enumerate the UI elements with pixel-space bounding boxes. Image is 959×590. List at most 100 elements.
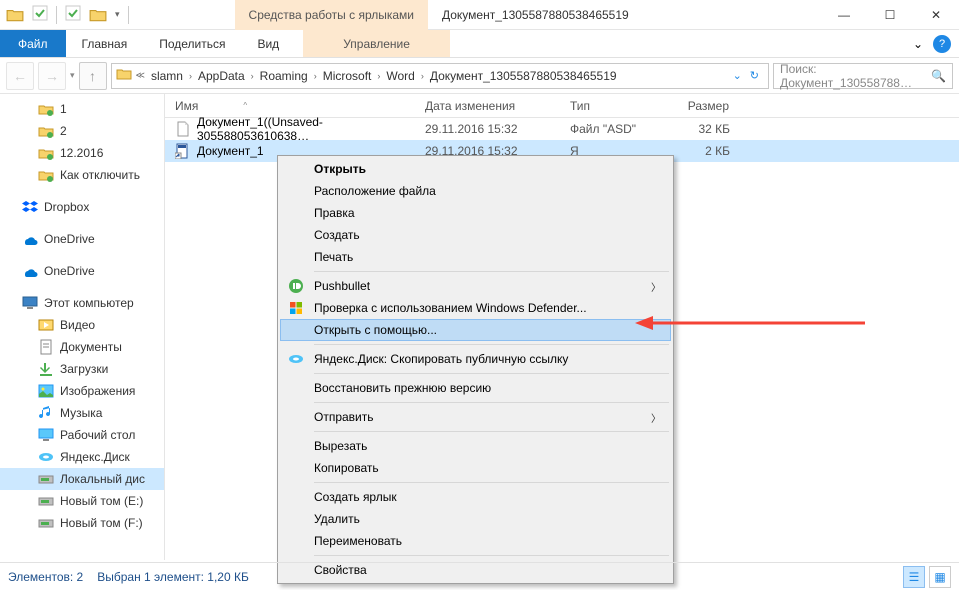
contextual-tools-below[interactable]: Управление [303,30,450,57]
back-button[interactable]: ← [6,62,34,90]
column-header-type[interactable]: Тип [560,94,660,117]
column-header-size[interactable]: Размер [660,94,740,117]
context-separator [314,373,669,374]
context-menu[interactable]: Открыть Расположение файлаПравка Создать Пе… [277,155,674,584]
sidebar-item[interactable]: 2 [0,120,164,142]
context-item[interactable]: Правка [280,202,671,224]
refresh-icon[interactable]: ↻ [747,69,762,82]
file-row[interactable]: Документ_1((Unsaved-305588053610638… 29.… [165,118,959,140]
icons-view-button[interactable]: ▦ [929,566,951,588]
sidebar-item-label: Этот компьютер [44,296,134,310]
address-bar: ← → ▾ ↑ ≪ slamn› AppData› Roaming› Micro… [0,58,959,94]
pictures-icon [38,383,54,399]
column-header-date[interactable]: Дата изменения [415,94,560,117]
chevron-right-icon: 〉 [651,279,661,294]
sidebar-item-label: OneDrive [44,232,95,246]
context-item[interactable]: Pushbullet〉 [280,275,671,297]
sort-up-icon: ^ [243,101,247,110]
context-item[interactable]: Копировать [280,457,671,479]
context-item[interactable]: Вырезать [280,435,671,457]
file-tab[interactable]: Файл [0,30,66,57]
sidebar-onedrive[interactable]: OneDrive [0,260,164,282]
context-separator [314,271,669,272]
sidebar-item[interactable]: Яндекс.Диск [0,446,164,468]
drive-icon [38,493,54,509]
sidebar-item[interactable]: Видео [0,314,164,336]
contextual-tools-tab[interactable]: Средства работы с ярлыками [235,0,428,30]
context-item[interactable]: Удалить [280,508,671,530]
ribbon-tab-share[interactable]: Поделиться [143,30,241,57]
column-header-name[interactable]: Имя ^ [165,94,415,117]
recent-locations-icon[interactable]: ▾ [70,70,75,81]
context-separator [314,344,669,345]
ribbon-expand-icon[interactable]: ⌄ [907,30,929,57]
ribbon-tab-home[interactable]: Главная [66,30,144,57]
context-item-label: Создать [314,228,360,242]
sidebar-item[interactable]: 12.2016 [0,142,164,164]
context-item[interactable]: Открыть [280,158,671,180]
context-item[interactable]: Восстановить прежнюю версию [280,377,671,399]
folder-icon [116,66,132,85]
context-item[interactable]: Переименовать [280,530,671,552]
file-name: Документ_1 [197,144,264,158]
folder-pin-icon [38,145,54,161]
help-icon[interactable]: ? [933,35,951,53]
breadcrumb-dropdown-icon[interactable]: ⌄ [730,69,745,82]
context-item-label: Проверка с использованием Windows Defend… [314,301,587,315]
sidebar-item-label: 1 [60,102,67,116]
qat-check2-icon[interactable] [65,5,81,24]
sidebar-onedrive[interactable]: OneDrive [0,228,164,250]
context-item[interactable]: Расположение файла [280,180,671,202]
close-button[interactable]: ✕ [913,0,959,30]
ribbon-tab-view[interactable]: Вид [241,30,295,57]
qat-dropdown-icon[interactable]: ▾ [115,9,120,20]
context-item-label: Открыть [314,162,366,176]
navigation-pane[interactable]: 1 2 12.2016 Как отключить Dropbox OneDri… [0,94,165,560]
maximize-button[interactable]: ☐ [867,0,913,30]
sidebar-item[interactable]: Новый том (F:) [0,512,164,534]
sidebar-item[interactable]: Локальный дис [0,468,164,490]
sidebar-item[interactable]: Документы [0,336,164,358]
context-separator [314,482,669,483]
window-title: Документ_1305587880538465519 [442,8,629,22]
context-item[interactable]: Создать [280,224,671,246]
context-item[interactable]: Создать ярлык [280,486,671,508]
file-icon [175,121,191,137]
minimize-button[interactable]: ― [821,0,867,30]
folder2-icon[interactable] [89,6,107,24]
breadcrumb-item[interactable]: Microsoft [321,69,374,83]
sidebar-item-label: 2 [60,124,67,138]
context-item[interactable]: Яндекс.Диск: Скопировать публичную ссылк… [280,348,671,370]
context-item[interactable]: Отправить〉 [280,406,671,428]
search-input[interactable]: Поиск: Документ_130558788… 🔍 [773,63,953,89]
context-item-label: Открыть с помощью... [314,323,437,337]
breadcrumb-item[interactable]: AppData [196,69,247,83]
sidebar-item[interactable]: Загрузки [0,358,164,380]
context-item-label: Восстановить прежнюю версию [314,381,491,395]
context-item-label: Удалить [314,512,360,526]
sidebar-dropbox[interactable]: Dropbox [0,196,164,218]
context-item[interactable]: Проверка с использованием Windows Defend… [280,297,671,319]
up-button[interactable]: ↑ [79,62,107,90]
sidebar-item[interactable]: Как отключить [0,164,164,186]
sidebar-item[interactable]: Изображения [0,380,164,402]
sidebar-item[interactable]: Музыка [0,402,164,424]
sidebar-item[interactable]: Рабочий стол [0,424,164,446]
status-selection: Выбран 1 элемент: 1,20 КБ [97,570,249,584]
file-size: 32 КБ [660,122,740,136]
qat-check-icon[interactable] [32,5,48,24]
sidebar-item[interactable]: Новый том (E:) [0,490,164,512]
context-item[interactable]: Печать [280,246,671,268]
details-view-button[interactable]: ☰ [903,566,925,588]
breadcrumb-item[interactable]: Документ_1305587880538465519 [428,69,619,83]
sidebar-item[interactable]: 1 [0,98,164,120]
context-item-label: Переименовать [314,534,402,548]
breadcrumb[interactable]: ≪ slamn› AppData› Roaming› Microsoft› Wo… [111,63,769,89]
breadcrumb-item[interactable]: Word [384,69,416,83]
context-item-label: Создать ярлык [314,490,397,504]
forward-button[interactable]: → [38,62,66,90]
breadcrumb-item[interactable]: Roaming [258,69,310,83]
sidebar-thispc[interactable]: Этот компьютер [0,292,164,314]
breadcrumb-item[interactable]: slamn [149,69,185,83]
context-item[interactable]: Открыть с помощью... [280,319,671,341]
